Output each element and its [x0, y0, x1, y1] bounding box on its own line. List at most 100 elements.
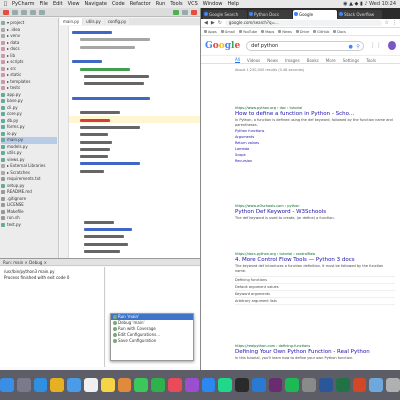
close-window-button[interactable] [3, 9, 9, 15]
undo-icon[interactable] [30, 9, 36, 15]
editor-tab[interactable]: utils.py [83, 18, 104, 25]
appstore-icon[interactable] [201, 378, 216, 392]
bookmark-item[interactable]: Apps [204, 30, 217, 34]
search-tab[interactable]: Settings [343, 58, 359, 63]
result-table-row[interactable]: Defining functions [235, 277, 395, 284]
avatar[interactable] [387, 41, 396, 50]
bookmark-item[interactable]: Maps [261, 30, 274, 34]
search-tab[interactable]: News [267, 58, 278, 63]
tree-item[interactable]: test.py [1, 222, 57, 229]
open-icon[interactable] [12, 9, 18, 15]
preferences-icon[interactable] [302, 378, 317, 392]
bookmark-item[interactable]: GitHub [313, 30, 329, 34]
vscode-icon[interactable] [251, 378, 266, 392]
menu-item[interactable]: Window [203, 1, 223, 7]
microphone-icon[interactable]: ● [349, 43, 353, 52]
browser-tab[interactable]: Stack Overflow [338, 10, 382, 19]
stop-button[interactable] [191, 9, 197, 15]
bookmark-item[interactable]: Docs [333, 30, 346, 34]
search-tab[interactable]: Tools [366, 58, 376, 63]
search-tab[interactable]: Books [307, 58, 319, 63]
menu-item[interactable]: Edit [53, 1, 63, 7]
menu-item[interactable]: PyCharm [12, 1, 35, 7]
pycharm-icon[interactable] [218, 378, 233, 392]
menu-item[interactable]: Refactor [130, 1, 151, 7]
menu-item[interactable]: VCS [188, 1, 198, 7]
context-menu-item[interactable]: Save Configuration [111, 338, 193, 344]
spotify-icon[interactable] [285, 378, 300, 392]
forward-icon[interactable]: ▶ [211, 19, 215, 28]
editor-tab[interactable]: main.py [60, 18, 83, 25]
result-sitelink[interactable]: Recursion [235, 158, 395, 164]
slack-icon[interactable] [268, 378, 283, 392]
bookmark-item[interactable]: News [278, 30, 292, 34]
menu-item[interactable]: Navigate [85, 1, 107, 7]
search-tab[interactable]: Images [285, 58, 300, 63]
facetime-icon[interactable] [151, 378, 165, 392]
search-tab[interactable]: Videos [247, 58, 260, 63]
menu-item[interactable]: View [68, 1, 80, 7]
run-button[interactable] [173, 9, 179, 15]
music-icon[interactable] [167, 378, 182, 392]
menu-item[interactable]: Run [156, 1, 166, 7]
run-tool-window: Run: main × Debug × /usr/bin/python3 mai… [0, 258, 200, 370]
result-title-link[interactable]: Python Def Keyword - W3Schools [235, 208, 395, 216]
console-output[interactable]: /usr/bin/python3 main.py Process finished… [0, 267, 105, 367]
url-field[interactable]: google.com/search?q=... [224, 20, 382, 26]
search-icon[interactable]: ⚲ [356, 43, 360, 52]
google-logo[interactable]: Google [205, 41, 240, 51]
mail-icon[interactable] [67, 378, 81, 392]
save-icon[interactable] [21, 9, 27, 15]
word-icon[interactable] [319, 378, 333, 392]
result-table-row[interactable]: Keyword arguments [235, 291, 395, 298]
apps-grid-icon[interactable]: ⋮⋮ [370, 42, 382, 49]
redo-icon[interactable] [39, 9, 45, 15]
trash-icon[interactable] [386, 378, 400, 392]
bookmark-item[interactable]: YouTube [238, 30, 257, 34]
editor-tab[interactable]: config.py [104, 18, 130, 25]
photos-icon[interactable] [117, 378, 132, 392]
result-title-link[interactable]: How to define a function in Python - Sch… [235, 110, 395, 118]
calendar-icon[interactable] [83, 378, 98, 392]
bookmark-item[interactable]: Gmail [220, 30, 235, 34]
excel-icon[interactable] [335, 378, 350, 392]
browser-tab[interactable]: Python Docs [248, 10, 292, 19]
file-icon [1, 40, 5, 45]
search-tab[interactable]: More [326, 58, 336, 63]
apple-icon[interactable]:  [4, 1, 7, 7]
notes-icon[interactable] [100, 378, 115, 392]
powerpoint-icon[interactable] [352, 378, 367, 392]
safari-icon[interactable] [33, 378, 48, 392]
bookmark-icon [278, 30, 282, 33]
menu-item[interactable]: Code [112, 1, 125, 7]
bookmark-item[interactable]: Drive [295, 30, 309, 34]
menu-item[interactable]: Tools [170, 1, 182, 7]
browser-tab[interactable]: Google Search [203, 10, 247, 19]
result-table-row[interactable]: Default argument values [235, 284, 395, 291]
code-line [80, 169, 104, 173]
debug-button[interactable] [182, 9, 188, 15]
menu-item[interactable]: File [40, 1, 48, 7]
podcasts-icon[interactable] [184, 378, 199, 392]
terminal-icon[interactable] [235, 378, 249, 392]
google-search-input[interactable]: def python ● ⚲ [246, 40, 364, 52]
downloads-icon[interactable] [369, 378, 384, 392]
result-table-row[interactable]: Arbitrary argument lists [235, 298, 395, 305]
search-tab[interactable]: All [235, 57, 240, 63]
result-title-link[interactable]: 4. More Control Flow Tools — Python 3 do… [235, 256, 395, 264]
code-editor[interactable] [60, 26, 200, 258]
star-icon[interactable]: ☆ [385, 19, 389, 28]
menu-item[interactable]: Help [227, 1, 238, 7]
messages-icon[interactable] [134, 378, 149, 392]
menu-icon[interactable]: ⋮ [392, 19, 397, 28]
result-title-link[interactable]: Defining Your Own Python Function - Real… [235, 348, 395, 356]
launchpad-icon[interactable] [16, 378, 31, 392]
run-tool-header[interactable]: Run: main × Debug × [0, 259, 200, 266]
chrome-icon[interactable] [50, 378, 65, 392]
file-icon [1, 60, 5, 65]
back-icon[interactable]: ◀ [204, 19, 208, 28]
reload-icon[interactable]: ↻ [218, 19, 222, 28]
finder-icon[interactable] [0, 378, 14, 392]
browser-tab[interactable]: Google [293, 10, 337, 19]
result-table: Defining functions Default argument value… [235, 276, 395, 305]
